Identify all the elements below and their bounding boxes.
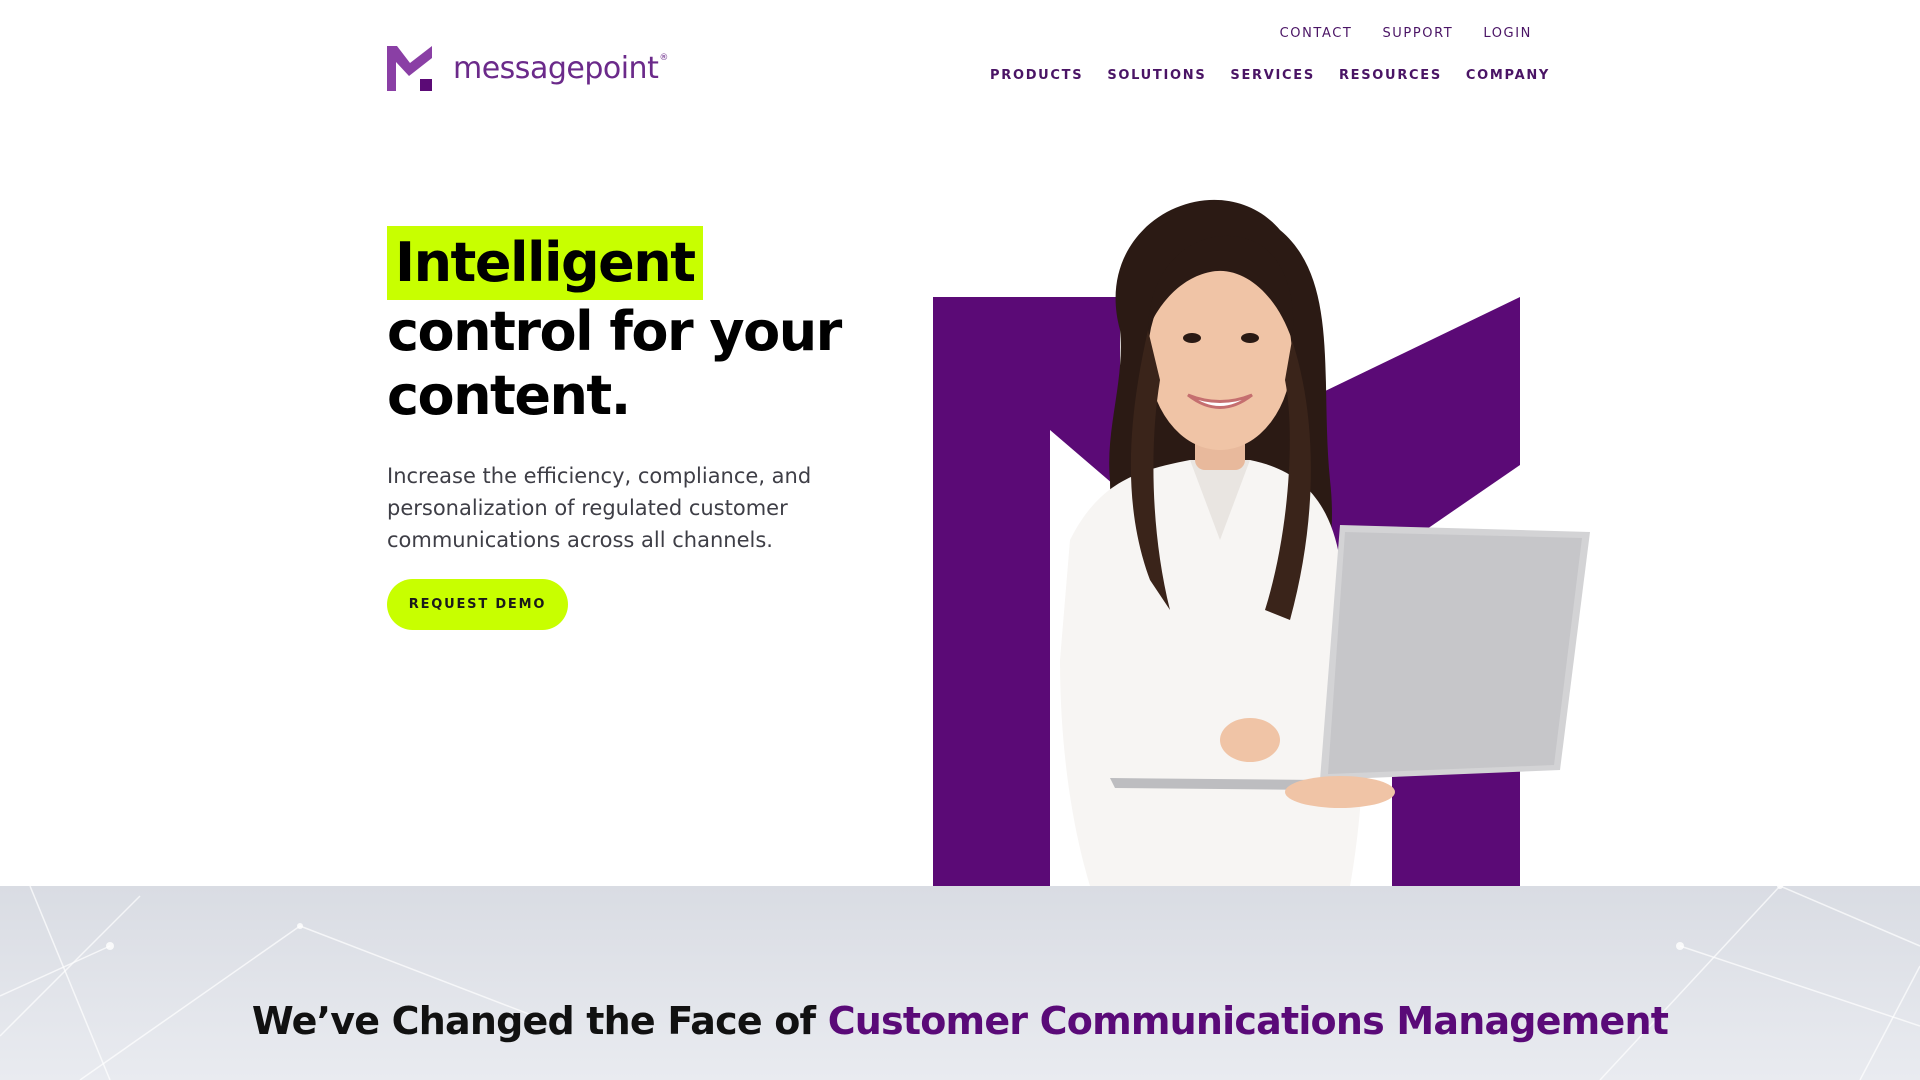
nav-products[interactable]: PRODUCTS xyxy=(990,68,1083,83)
network-background-pattern xyxy=(0,886,1920,1080)
hero-title-highlight: Intelligent xyxy=(387,226,703,300)
nav-solutions[interactable]: SOLUTIONS xyxy=(1107,68,1206,83)
hero-subtitle: Increase the efficiency, compliance, and… xyxy=(387,464,812,552)
section-heading: We’ve Changed the Face of Customer Commu… xyxy=(0,1000,1920,1042)
section-heading-plain: We’ve Changed the Face of xyxy=(251,999,828,1043)
nav-contact[interactable]: CONTACT xyxy=(1280,26,1353,41)
hero-title-line-2: control for your xyxy=(387,300,842,363)
messagepoint-logo[interactable]: messagepoint® xyxy=(387,46,668,91)
logo-wordmark: messagepoint® xyxy=(453,50,668,86)
logo-m-icon xyxy=(387,46,432,91)
section-heading-accent: Customer Communications Management xyxy=(827,999,1669,1043)
hero-image xyxy=(920,180,1600,886)
hero-title: Intelligent control for your content. xyxy=(387,226,842,428)
request-demo-button[interactable]: REQUEST DEMO xyxy=(387,579,568,630)
main-nav: PRODUCTS SOLUTIONS SERVICES RESOURCES CO… xyxy=(990,68,1550,83)
hero-title-line-3: content. xyxy=(387,364,631,427)
customer-communications-section: We’ve Changed the Face of Customer Commu… xyxy=(0,886,1920,1080)
utility-nav: CONTACT SUPPORT LOGIN xyxy=(1280,26,1532,41)
nav-resources[interactable]: RESOURCES xyxy=(1339,68,1442,83)
nav-company[interactable]: COMPANY xyxy=(1466,68,1550,83)
nav-support[interactable]: SUPPORT xyxy=(1382,26,1453,41)
nav-login[interactable]: LOGIN xyxy=(1483,26,1532,41)
nav-services[interactable]: SERVICES xyxy=(1230,68,1315,83)
